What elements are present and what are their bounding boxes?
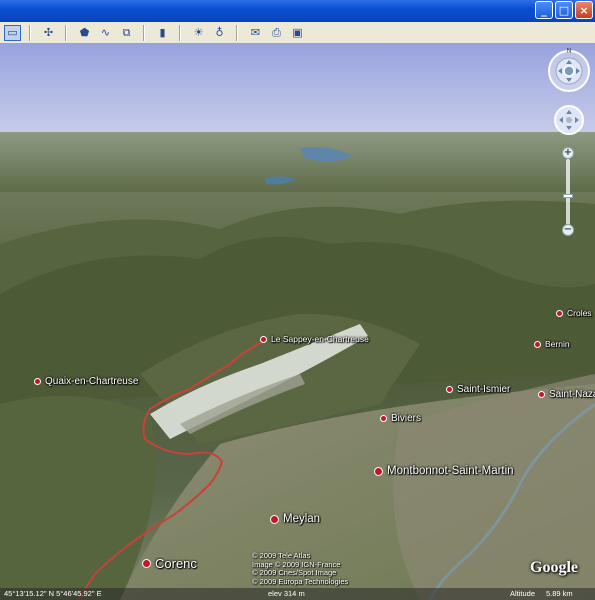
coordinates-readout: 45°13'15.12" N 5°46'45.92" E xyxy=(4,589,102,598)
sidebar-icon[interactable]: ▭ xyxy=(4,24,21,41)
place-saint-naza[interactable]: Saint-Naza xyxy=(538,389,595,400)
elevation-readout: elev 314 m xyxy=(268,589,305,598)
place-label: Biviers xyxy=(391,413,422,424)
copyright-line: © 2009 Europa Technologies xyxy=(252,576,349,586)
place-label: Saint-Naza xyxy=(549,389,595,400)
zoom-in-button[interactable]: + xyxy=(562,147,574,159)
toolbar-separator xyxy=(65,24,66,41)
close-button[interactable]: × xyxy=(575,1,593,19)
planet-icon[interactable]: ♁ xyxy=(211,25,228,41)
zoom-out-button[interactable]: − xyxy=(562,224,574,236)
look-joystick[interactable]: N xyxy=(546,48,592,94)
place-label: Le Sappey-en-Chartreuse xyxy=(271,334,369,344)
place-label: Meylan xyxy=(283,513,321,525)
placemark-icon xyxy=(34,378,41,385)
placemark-icon xyxy=(556,309,563,317)
place-label: Corenc xyxy=(155,556,197,571)
placemark-icon xyxy=(534,340,541,348)
zoom-thumb[interactable] xyxy=(563,194,573,198)
place-montbonnot[interactable]: Montbonnot-Saint-Martin xyxy=(374,465,514,477)
place-croles[interactable]: Croles xyxy=(556,308,592,318)
place-quaix[interactable]: Quaix-en-Chartreuse xyxy=(34,376,138,387)
place-label: Montbonnot-Saint-Martin xyxy=(387,465,514,477)
google-logo: Google xyxy=(530,559,578,576)
toolbar-separator xyxy=(236,24,237,41)
altitude-label: Altitude xyxy=(510,589,536,598)
maps-icon[interactable]: ▣ xyxy=(289,25,306,41)
placemark-icon[interactable]: ✣ xyxy=(40,25,57,41)
toolbar-separator xyxy=(29,24,30,41)
place-saint-ismier[interactable]: Saint-Ismier xyxy=(446,384,510,395)
status-bar: 45°13'15.12" N 5°46'45.92" E elev 314 m … xyxy=(0,588,595,600)
north-label: N xyxy=(567,49,571,55)
minimize-button[interactable]: _ xyxy=(535,1,553,19)
email-icon[interactable]: ✉ xyxy=(247,25,264,41)
zoom-track[interactable] xyxy=(566,159,570,225)
placemark-icon xyxy=(538,391,545,398)
place-label: Bernin xyxy=(545,339,570,349)
zoom-slider[interactable]: + − xyxy=(562,147,574,237)
placemark-icon xyxy=(142,559,151,568)
print-icon[interactable]: ⎙ xyxy=(268,25,285,41)
maximize-button[interactable]: □ xyxy=(555,1,573,19)
altitude-value: 5.89 km xyxy=(546,589,573,598)
polygon-icon[interactable]: ⬟ xyxy=(76,25,93,41)
placemark-icon xyxy=(270,514,279,524)
place-meylan[interactable]: Meylan xyxy=(270,513,320,525)
placemark-icon xyxy=(380,415,387,422)
place-bernin[interactable]: Bernin xyxy=(534,339,570,349)
place-le-sappey[interactable]: Le Sappey-en-Chartreuse xyxy=(260,334,369,344)
place-label: Quaix-en-Chartreuse xyxy=(45,376,139,387)
image-overlay-icon[interactable]: ⧉ xyxy=(118,25,135,41)
placemark-icon xyxy=(374,466,383,476)
placemark-icon xyxy=(260,335,267,343)
place-corenc[interactable]: Corenc xyxy=(142,556,197,571)
window-buttons: _ □ × xyxy=(535,1,593,19)
toolbar-separator xyxy=(143,24,144,41)
toolbar-separator xyxy=(179,24,180,41)
place-biviers[interactable]: Biviers xyxy=(380,413,421,424)
toolbar: ▭ ✣ ⬟ ∿ ⧉ ▮ ☀ ♁ ✉ ⎙ ▣ xyxy=(0,22,595,44)
window-titlebar: _ □ × xyxy=(0,0,595,22)
place-label: Saint-Ismier xyxy=(457,384,511,395)
place-label: Croles xyxy=(567,308,592,318)
path-icon[interactable]: ∿ xyxy=(97,25,114,41)
copyright-notice: © 2009 Tele Atlas Image © 2009 IGN-Franc… xyxy=(252,551,349,586)
tour-icon[interactable]: ▮ xyxy=(154,25,171,41)
sun-icon[interactable]: ☀ xyxy=(190,25,207,41)
placemark-icon xyxy=(446,386,453,393)
map-viewport[interactable]: Le Sappey-en-Chartreuse Croles Bernin Qu… xyxy=(0,44,595,600)
move-joystick[interactable] xyxy=(553,104,585,136)
